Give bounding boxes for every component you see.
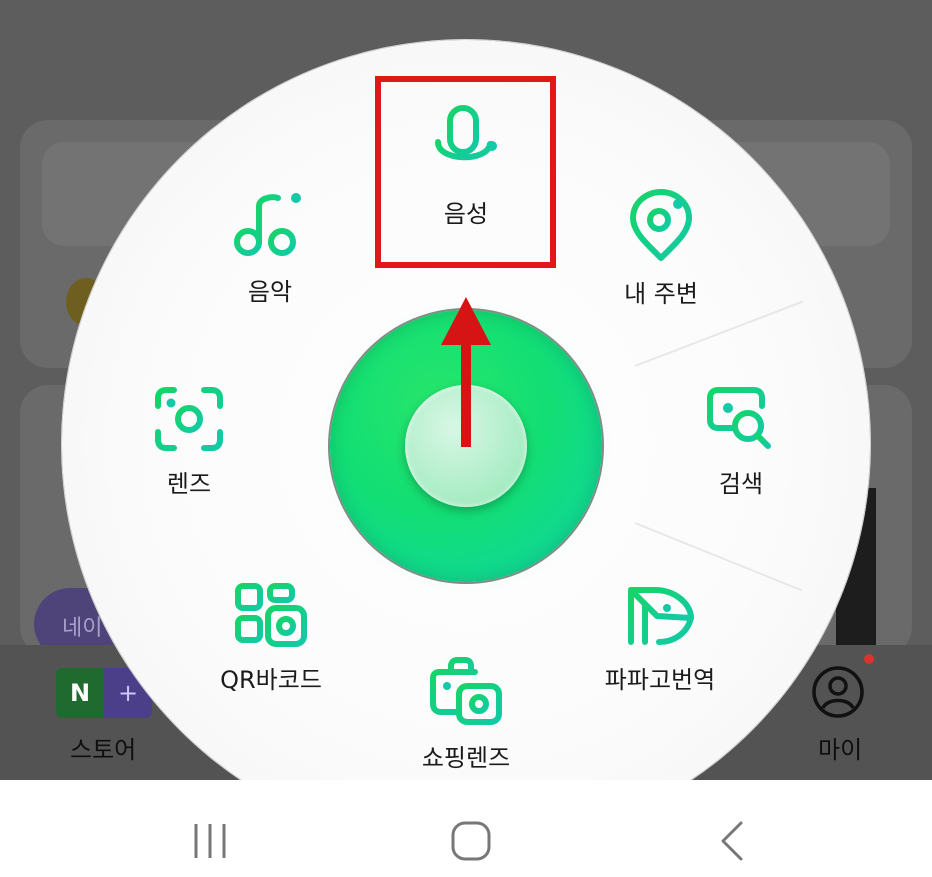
camera-lens-icon [155, 387, 223, 451]
profile-icon[interactable] [810, 664, 866, 720]
menu-label-music: 음악 [247, 278, 293, 306]
notification-dot [864, 654, 874, 664]
qr-barcode-icon [235, 583, 307, 647]
recent-apps-icon[interactable] [190, 820, 232, 862]
search-screen-icon [707, 387, 771, 449]
highlight-box [375, 76, 556, 268]
shopping-bag-camera-icon [430, 657, 502, 725]
menu-label-shopping-lens: 쇼핑렌즈 [421, 744, 511, 772]
location-pin-icon [630, 189, 692, 261]
arrow-shaft [461, 335, 471, 447]
music-note-icon [234, 193, 301, 256]
menu-label-qr: QR바코드 [220, 666, 322, 694]
menu-label-lens: 렌즈 [166, 470, 212, 498]
papago-translate-icon [628, 587, 694, 645]
menu-item-music[interactable]: 음악 [195, 190, 345, 307]
menu-item-papago[interactable]: 파파고번역 [585, 582, 735, 695]
menu-item-shopping-lens[interactable]: 쇼핑렌즈 [391, 656, 541, 773]
tab-my-label[interactable]: 마이 [818, 730, 862, 765]
menu-item-nearby[interactable]: 내 주변 [586, 188, 736, 309]
menu-item-lens[interactable]: 렌즈 [114, 384, 264, 499]
menu-label-nearby: 내 주변 [624, 280, 698, 308]
background-bubble-text: 네이 [62, 616, 103, 641]
menu-item-qr[interactable]: QR바코드 [196, 582, 346, 695]
store-logo-n: N [56, 668, 104, 718]
menu-label-papago: 파파고번역 [604, 666, 716, 694]
back-icon[interactable] [715, 820, 751, 862]
menu-item-search[interactable]: 검색 [666, 384, 816, 499]
tab-store-label[interactable]: 스토어 [70, 730, 136, 765]
home-icon[interactable] [450, 820, 492, 862]
menu-label-search: 검색 [718, 470, 764, 498]
